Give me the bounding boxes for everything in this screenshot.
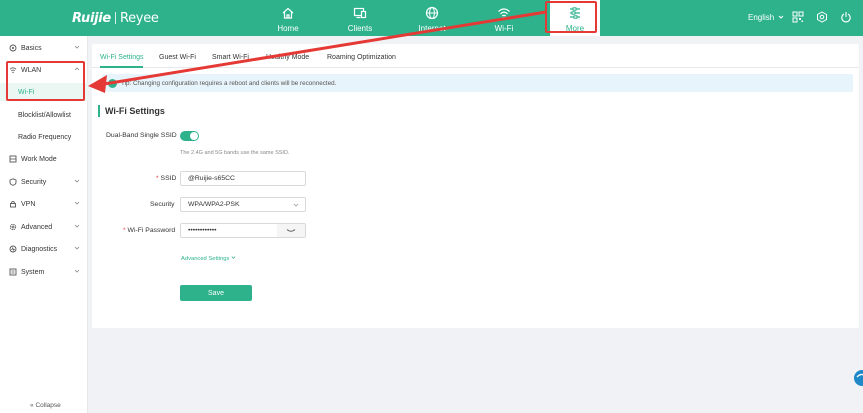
sidebar-item-label: Advanced	[21, 223, 53, 231]
user-settings-icon[interactable]	[816, 11, 828, 23]
active-tab-indicator	[100, 66, 143, 68]
sidebar-item-diagnostics[interactable]: Diagnostics	[0, 240, 88, 258]
globe-icon	[425, 6, 439, 20]
clients-icon	[353, 7, 367, 19]
system-icon	[9, 268, 17, 276]
shield-icon	[9, 178, 17, 186]
chevron-down-icon	[74, 269, 80, 273]
dual-band-label: Dual-Band Single SSID	[106, 132, 177, 139]
password-field[interactable]: ••••••••••••	[180, 223, 278, 238]
chevron-down-icon	[74, 201, 80, 205]
security-label: Security	[150, 201, 175, 208]
tab-healthy-mode[interactable]: Healthy Mode	[266, 54, 309, 61]
tab-guest-wifi[interactable]: Guest Wi-Fi	[159, 54, 196, 61]
security-select[interactable]: WPA/WPA2-PSK	[180, 197, 306, 212]
qr-code-icon[interactable]	[792, 11, 804, 23]
sidebar-item-vpn[interactable]: VPN	[0, 195, 88, 213]
info-icon	[108, 78, 117, 88]
tip-banner: Tip: Changing configuration requires a r…	[102, 74, 853, 92]
highlight-box-wifi	[6, 61, 85, 101]
chevron-down-icon	[74, 179, 80, 183]
advanced-settings-link[interactable]: Advanced Settings	[181, 255, 236, 262]
logo-sub: Reyee	[119, 10, 159, 26]
eye-closed-icon	[286, 228, 296, 232]
basics-icon	[9, 44, 17, 52]
collapse-sidebar-button[interactable]: « Collapse	[30, 402, 61, 409]
wifi-settings-card: Wi-Fi Settings Guest Wi-Fi Smart Wi-Fi H…	[92, 44, 859, 328]
chevron-down-icon	[74, 224, 80, 228]
sidebar-item-system[interactable]: System	[0, 263, 88, 281]
nav-wifi[interactable]: Wi-Fi	[476, 0, 532, 36]
home-icon	[282, 7, 294, 19]
sidebar-item-work-mode[interactable]: Work Mode	[0, 150, 88, 168]
password-label: * Wi-Fi Password	[123, 227, 176, 234]
language-label: English	[748, 13, 775, 22]
ssid-field[interactable]: @Ruijie-s65CC	[180, 171, 306, 186]
chevron-down-icon	[293, 203, 299, 207]
sidebar-item-blocklist[interactable]: Blocklist/Allowlist	[0, 106, 88, 124]
dual-band-toggle[interactable]	[180, 131, 199, 141]
diagnostics-icon	[9, 245, 17, 253]
nav-home[interactable]: Home	[260, 0, 316, 36]
chevron-down-icon	[779, 15, 784, 19]
language-selector[interactable]: English	[748, 13, 784, 22]
nav-internet-label: Internet	[418, 24, 446, 33]
logout-icon[interactable]	[840, 11, 852, 23]
sidebar-item-label: Blocklist/Allowlist	[18, 111, 71, 119]
sidebar-item-label: Work Mode	[21, 155, 57, 163]
ssid-label: * SSID	[156, 175, 177, 182]
nav-clients-label: Clients	[347, 24, 373, 33]
tab-bar: Wi-Fi Settings Guest Wi-Fi Smart Wi-Fi H…	[92, 44, 859, 68]
chevrons-left-icon: «	[30, 402, 34, 409]
top-nav-bar: Ruijie Reyee Home Clients Internet Wi-Fi…	[0, 0, 863, 36]
chevron-down-icon	[231, 256, 236, 259]
sidebar-item-radio-frequency[interactable]: Radio Frequency	[0, 128, 88, 146]
sidebar-item-label: Radio Frequency	[18, 133, 72, 141]
sidebar-item-label: Basics	[21, 44, 42, 52]
sidebar-item-basics[interactable]: Basics	[0, 39, 88, 57]
nav-internet[interactable]: Internet	[404, 0, 460, 36]
show-password-button[interactable]	[277, 223, 306, 238]
chevron-down-icon	[74, 45, 80, 49]
sidebar-item-label: Diagnostics	[21, 245, 58, 253]
sidebar-item-label: System	[21, 268, 45, 276]
nav-wifi-label: Wi-Fi	[494, 24, 514, 33]
advanced-settings-label: Advanced Settings	[181, 256, 230, 262]
dual-band-hint: The 2.4G and 5G bands use the same SSID.	[180, 150, 290, 156]
nav-home-label: Home	[277, 24, 299, 33]
ssid-value: @Ruijie-s65CC	[188, 175, 235, 182]
security-value: WPA/WPA2-PSK	[188, 201, 240, 208]
tab-smart-wifi[interactable]: Smart Wi-Fi	[212, 54, 249, 61]
tab-wifi-settings[interactable]: Wi-Fi Settings	[100, 54, 144, 61]
help-widget-icon[interactable]	[852, 368, 863, 388]
nav-clients[interactable]: Clients	[332, 0, 388, 36]
logo: Ruijie Reyee	[72, 10, 159, 26]
sidebar-item-advanced[interactable]: Advanced	[0, 218, 88, 236]
sidebar-item-label: VPN	[21, 200, 36, 208]
tab-roaming-optimization[interactable]: Roaming Optimization	[327, 54, 396, 61]
highlight-box-more	[545, 1, 597, 33]
chevron-down-icon	[74, 246, 80, 250]
collapse-label: Collapse	[35, 402, 61, 409]
gear-icon	[9, 223, 17, 231]
logo-brand: Ruijie	[72, 10, 111, 26]
work-mode-icon	[9, 155, 17, 163]
vpn-icon	[9, 200, 17, 208]
sidebar-item-label: Security	[21, 178, 47, 186]
password-value: ••••••••••••	[188, 227, 217, 234]
tip-text: Tip: Changing configuration requires a r…	[121, 79, 337, 87]
wifi-icon	[498, 8, 510, 19]
save-button[interactable]: Save	[180, 285, 252, 301]
sidebar-item-security[interactable]: Security	[0, 173, 88, 191]
section-title: Wi-Fi Settings	[98, 105, 165, 117]
